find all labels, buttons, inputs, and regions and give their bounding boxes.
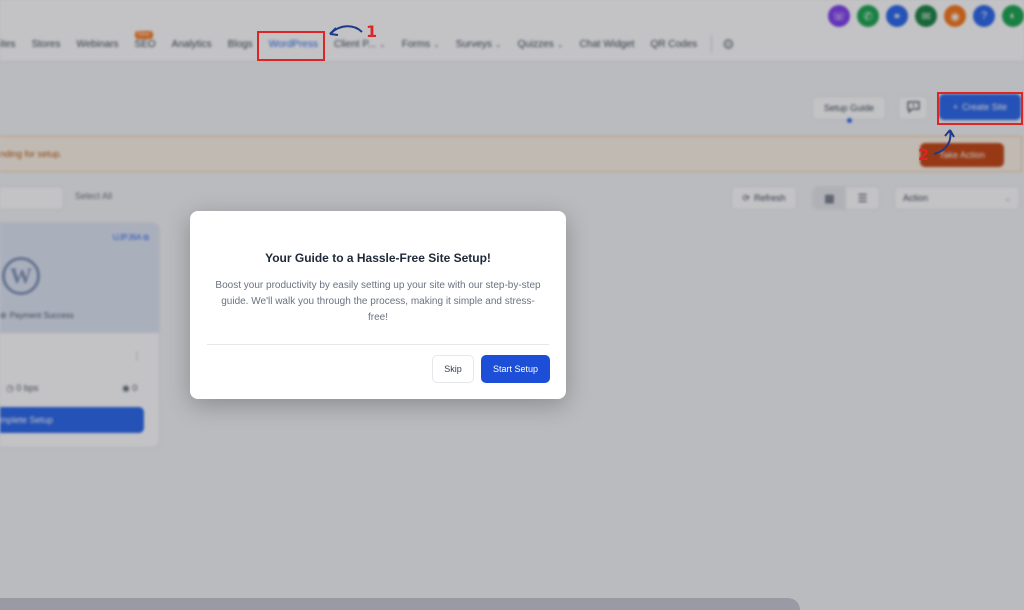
modal-body: Boost your productivity by easily settin… — [215, 280, 541, 323]
step-marker-1: 1 — [366, 22, 378, 41]
arrow-2-icon — [933, 129, 955, 155]
step-marker-2: 2 — [918, 145, 930, 164]
skip-button[interactable]: Skip — [432, 355, 474, 383]
setup-guide-modal: Your Guide to a Hassle-Free Site Setup! … — [190, 211, 566, 399]
arrow-1-icon — [329, 25, 363, 36]
start-setup-label: Start Setup — [492, 364, 539, 374]
modal-divider — [207, 344, 549, 345]
wordpress-highlight-box — [257, 31, 325, 61]
skip-label: Skip — [444, 364, 462, 374]
start-setup-button[interactable]: Start Setup — [481, 355, 550, 383]
bottom-scroll-shadow — [0, 598, 800, 610]
create-site-highlight-box — [937, 92, 1023, 125]
modal-title: Your Guide to a Hassle-Free Site Setup! — [265, 251, 491, 265]
